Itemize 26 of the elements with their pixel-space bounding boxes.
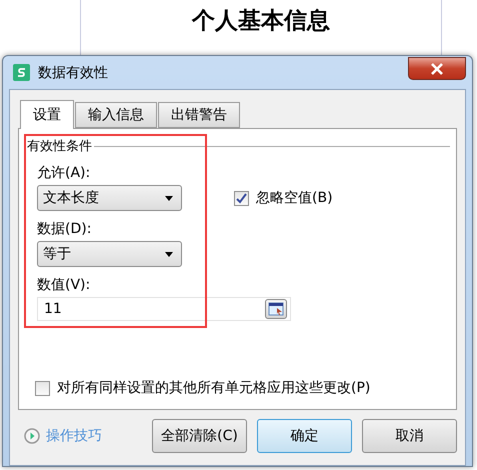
- checkbox-label: 忽略空值(B): [256, 189, 333, 207]
- sheet-title: 个人基本信息: [192, 7, 330, 36]
- tab[interactable]: 输入信息: [75, 102, 157, 128]
- tab[interactable]: 设置: [20, 100, 74, 129]
- field-label: 数据(D):: [37, 220, 92, 238]
- checkbox[interactable]: [35, 380, 50, 396]
- value-field[interactable]: 11: [37, 297, 291, 321]
- checkbox[interactable]: [234, 190, 249, 206]
- play-icon: [24, 428, 40, 444]
- caret-icon: [165, 196, 173, 200]
- group-title: 有效性条件: [27, 138, 92, 155]
- window-title: 数据有效性: [38, 64, 109, 82]
- dialog-button[interactable]: 全部清除(C): [152, 419, 247, 453]
- close-button[interactable]: [408, 57, 466, 80]
- close-icon: [430, 62, 444, 74]
- field-label: 数值(V):: [37, 276, 92, 294]
- allow-dropdown[interactable]: 文本长度: [37, 185, 182, 211]
- range-picker-button[interactable]: [265, 299, 287, 319]
- app-icon: [13, 64, 30, 81]
- field-label: 允许(A):: [37, 164, 92, 182]
- dialog-button[interactable]: 确定: [257, 419, 352, 453]
- tab[interactable]: 出错警告: [158, 102, 240, 128]
- checkbox-label: 对所有同样设置的其他所有单元格应用这些更改(P): [57, 379, 370, 397]
- caret-icon: [165, 252, 173, 256]
- data-dropdown[interactable]: 等于: [37, 241, 182, 267]
- dialog-button[interactable]: 取消: [362, 419, 457, 453]
